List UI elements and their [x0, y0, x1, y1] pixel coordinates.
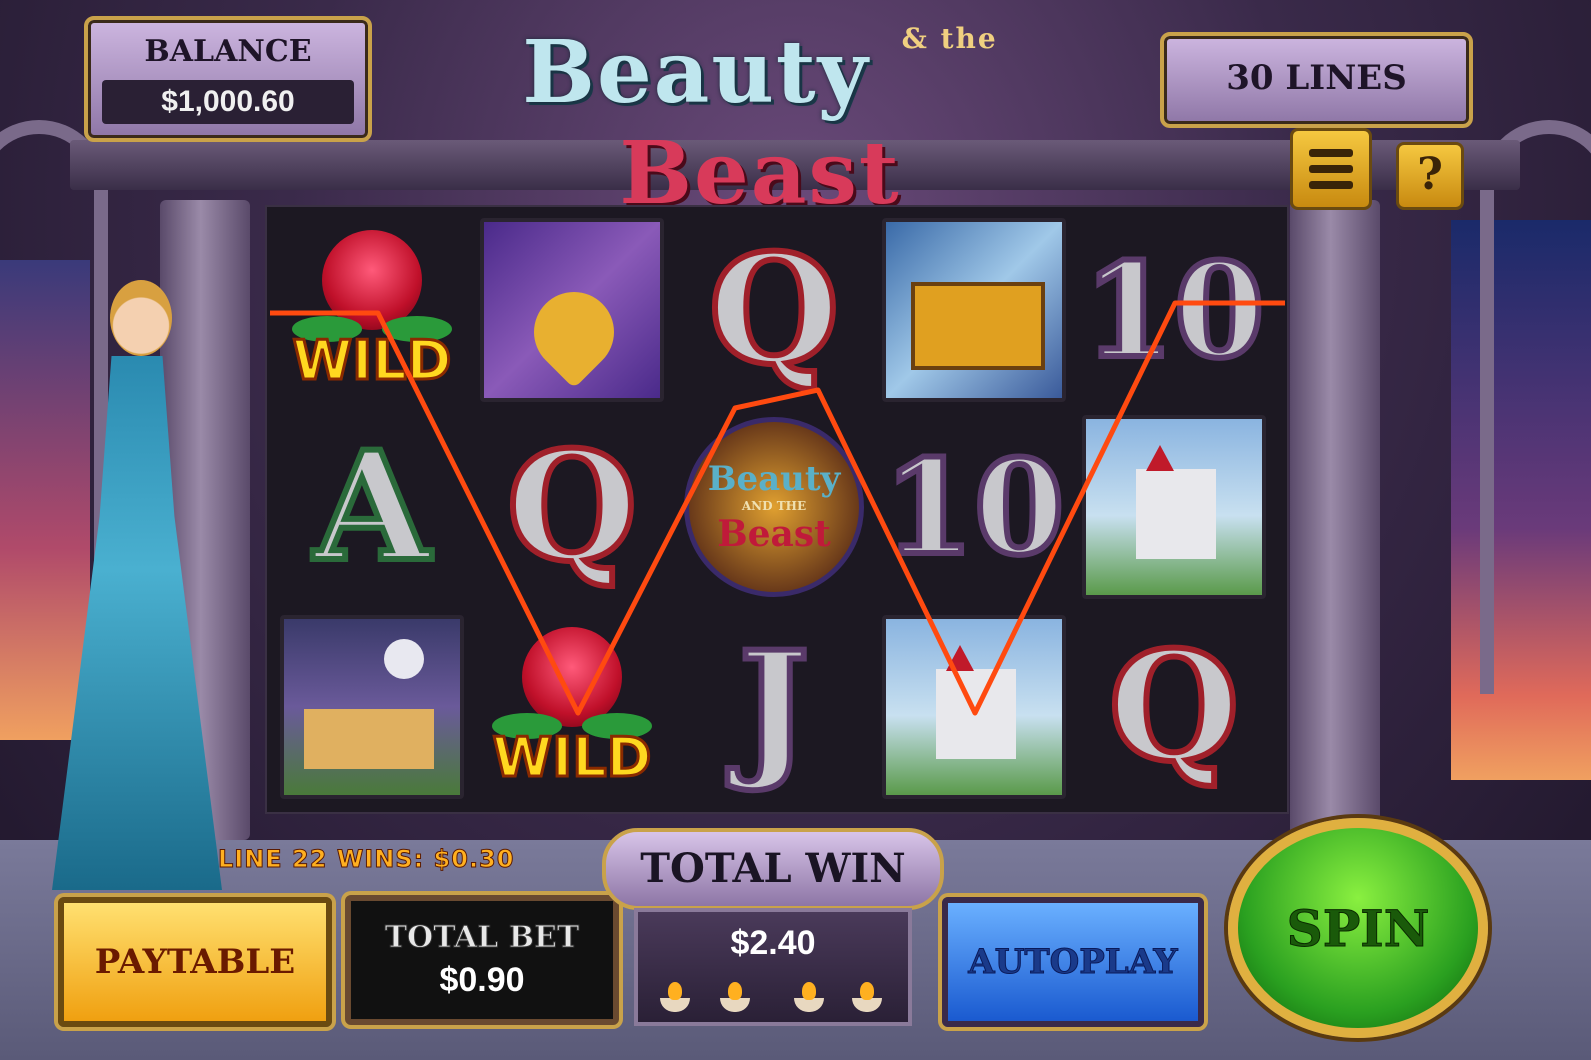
total-win-value: $2.40 — [730, 924, 816, 962]
candle-icon — [660, 982, 690, 1012]
autoplay-button[interactable]: AUTOPLAY — [942, 897, 1204, 1027]
spin-button[interactable]: SPIN — [1228, 818, 1488, 1038]
candle-icon — [794, 982, 824, 1012]
candle-icon — [720, 982, 750, 1012]
candle-icon — [852, 982, 882, 1012]
total-win-label: TOTAL WIN — [602, 828, 944, 910]
total-bet-label: TOTAL BET — [384, 920, 580, 956]
total-win-panel: TOTAL WIN $2.40 — [572, 818, 974, 1028]
paytable-button[interactable]: PAYTABLE — [58, 897, 332, 1027]
total-bet-value: $0.90 — [439, 961, 525, 999]
payline-stroke — [270, 300, 1285, 716]
line-win-message: LINE 22 WINS: $0.30 — [217, 845, 515, 874]
total-win-display: $2.40 — [634, 908, 912, 1026]
